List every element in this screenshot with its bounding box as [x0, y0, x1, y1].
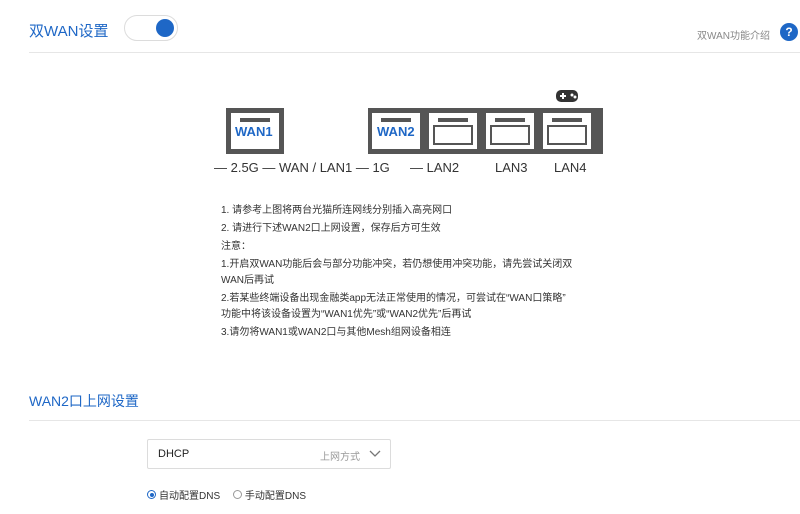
header: 双WAN设置 双WAN功能介绍 ? — [0, 0, 800, 52]
dual-wan-toggle[interactable] — [124, 15, 178, 41]
note-line: 3.请勿将WAN1或WAN2口与其他Mesh组网设备相连 — [221, 327, 451, 338]
connection-mode-value: DHCP — [158, 448, 190, 460]
gamepad-icon — [556, 90, 578, 102]
connection-mode-hint: 上网方式 — [320, 452, 360, 463]
wan2-port: WAN2 — [372, 113, 420, 149]
help-link[interactable]: 双WAN功能介绍 — [697, 27, 770, 42]
chevron-down-icon — [369, 450, 381, 457]
toggle-knob — [156, 19, 174, 37]
lan2-port — [429, 113, 477, 149]
label-wan-lan1: — 2.5G — WAN / LAN1 — 1G — [214, 160, 390, 175]
dns-manual-radio[interactable] — [232, 490, 242, 499]
connection-mode-select[interactable]: DHCP 上网方式 — [147, 439, 391, 469]
help-icon[interactable]: ? — [780, 23, 798, 41]
note-line: 2.若某些终端设备出现金融类app无法正常使用的情况，可尝试在“WAN口策略” — [221, 293, 566, 304]
lan-port-block: WAN2 — [368, 108, 603, 154]
note-line: WAN后再试 — [221, 275, 274, 286]
port-diagram: WAN1 WAN2 — 2.5G — WAN / LAN1 — 1G — LAN… — [214, 90, 603, 175]
wan2-section-title: WAN2口上网设置 — [29, 393, 139, 409]
header-divider — [29, 52, 800, 53]
note-line: 注意： — [221, 241, 251, 252]
label-lan3: LAN3 — [495, 160, 528, 175]
lan3-port — [486, 113, 534, 149]
note-line: 1. 请参考上图将两台光猫所连网线分别插入高亮网口 — [221, 205, 453, 216]
instructions: 1. 请参考上图将两台光猫所连网线分别插入高亮网口 2. 请进行下述WAN2口上… — [221, 203, 621, 341]
note-line: 1.开启双WAN功能后会与部分功能冲突，若仍想使用冲突功能，请先尝试关闭双 — [221, 259, 573, 270]
section-divider — [29, 420, 800, 421]
note-line: 2. 请进行下述WAN2口上网设置，保存后方可生效 — [221, 223, 441, 234]
lan4-port — [543, 113, 591, 149]
label-lan2: — LAN2 — [410, 160, 459, 175]
label-lan4: LAN4 — [554, 160, 587, 175]
dns-auto-radio[interactable] — [147, 490, 156, 499]
note-line: 功能中将该设备设置为“WAN1优先”或“WAN2优先”后再试 — [221, 309, 472, 320]
page-title: 双WAN设置 — [29, 23, 109, 40]
dns-auto-label[interactable]: 自动配置DNS — [159, 491, 220, 502]
wan1-port: WAN1 — [226, 108, 284, 154]
dns-manual-label[interactable]: 手动配置DNS — [245, 491, 306, 502]
wan2-tag: WAN2 — [377, 124, 415, 139]
dns-options: 自动配置DNS 手动配置DNS — [147, 487, 316, 502]
wan1-tag: WAN1 — [235, 124, 273, 139]
